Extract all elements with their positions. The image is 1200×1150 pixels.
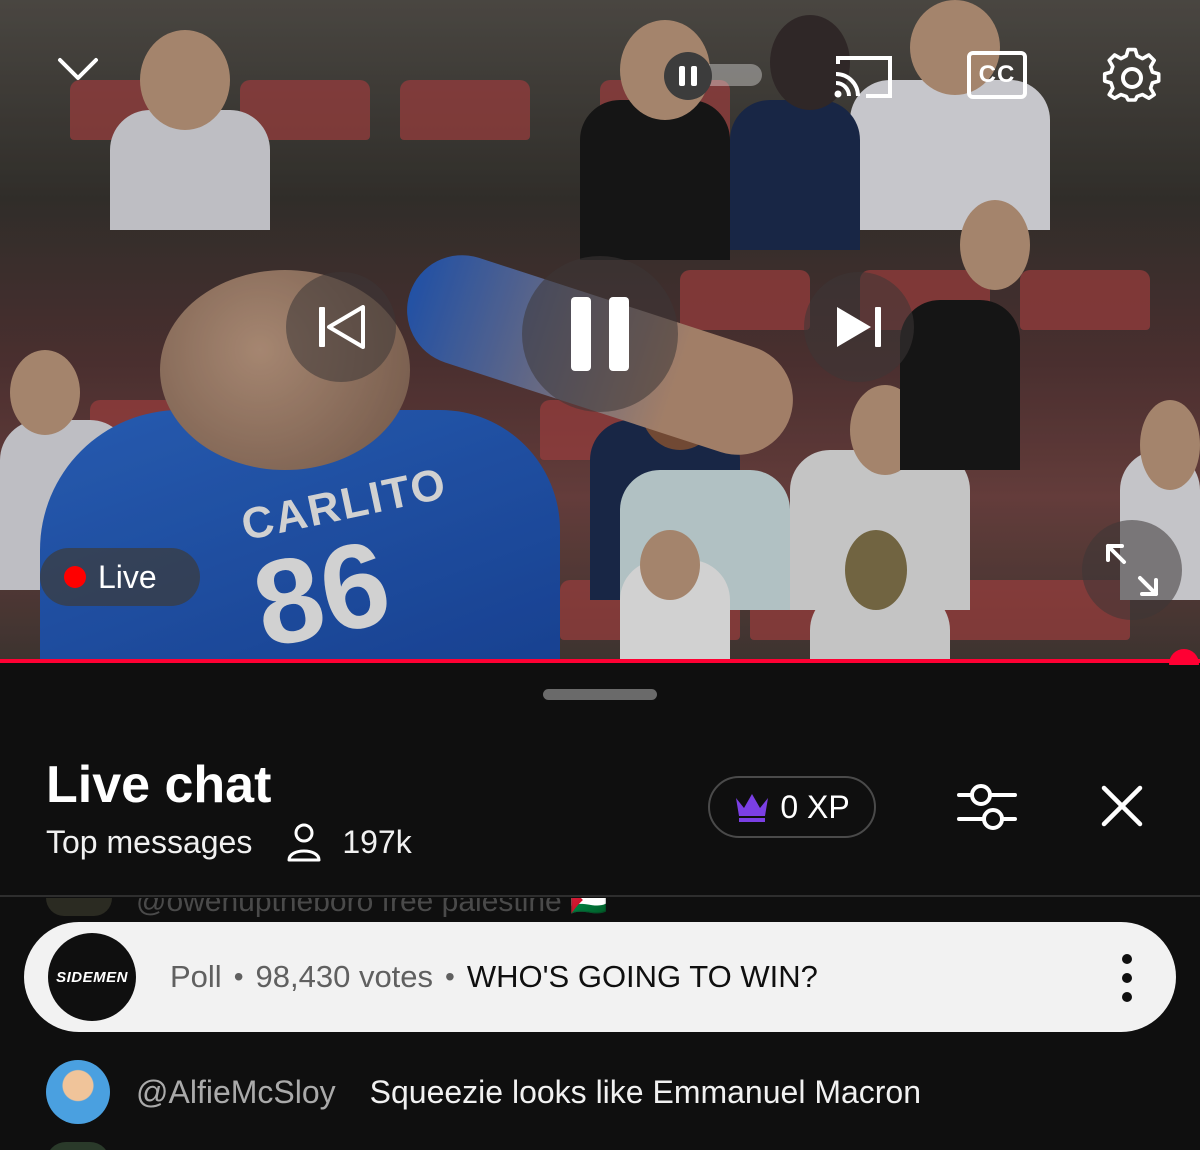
sliders-icon	[957, 784, 1017, 830]
fullscreen-button[interactable]	[1082, 520, 1182, 620]
fullscreen-icon	[1106, 544, 1158, 596]
avatar[interactable]	[46, 1060, 110, 1124]
xp-label: 0 XP	[780, 788, 850, 825]
cast-button[interactable]	[832, 52, 894, 100]
poll-question: WHO'S GOING TO WIN?	[466, 959, 818, 994]
xp-button[interactable]: 0 XP	[708, 776, 876, 838]
poll-votes: 98,430 votes	[255, 959, 434, 994]
pinned-poll-banner[interactable]: SIDEMEN Poll • 98,430 votes • WHO'S GOIN…	[24, 922, 1176, 1032]
message-text: Squeezie looks like Emmanuel Macron	[369, 1073, 922, 1110]
crown-icon	[736, 794, 769, 822]
play-pause-button[interactable]	[522, 256, 678, 412]
live-badge[interactable]: Live	[40, 548, 200, 606]
captions-button[interactable]: CC	[966, 50, 1028, 100]
more-vert-icon	[1122, 954, 1132, 964]
gear-icon	[1102, 47, 1161, 102]
next-icon	[837, 307, 881, 347]
chat-message[interactable]: @AlfieMcSloy Squeezie looks like Emmanue…	[46, 1060, 921, 1124]
chat-mode-selector[interactable]: Top messages 197k	[46, 822, 412, 862]
chat-title: Live chat	[46, 756, 272, 814]
previous-icon	[319, 305, 365, 349]
channel-logo: SIDEMEN	[48, 933, 136, 1021]
settings-button[interactable]	[1102, 46, 1162, 106]
chat-settings-button[interactable]	[956, 780, 1018, 834]
close-chat-button[interactable]	[1096, 780, 1148, 832]
chevron-down-icon	[58, 58, 98, 80]
cc-icon: CC	[967, 51, 1027, 99]
person-icon	[286, 822, 322, 862]
autoplay-toggle-icon	[664, 52, 712, 100]
progress-bar[interactable]	[0, 659, 1200, 663]
minimize-button[interactable]	[56, 50, 100, 90]
chat-mode-label: Top messages	[46, 823, 253, 860]
pause-icon	[562, 297, 638, 371]
cast-icon	[834, 56, 892, 98]
previous-button[interactable]	[286, 272, 396, 382]
poll-separator: •	[445, 961, 455, 992]
avatar	[46, 898, 112, 916]
close-icon	[1101, 785, 1143, 827]
autoplay-toggle[interactable]	[664, 52, 762, 100]
poll-separator: •	[233, 961, 244, 992]
live-dot-icon	[64, 566, 86, 588]
message-author[interactable]: @AlfieMcSloy	[136, 1074, 336, 1111]
more-options-button[interactable]	[1120, 954, 1134, 1002]
drag-handle[interactable]	[543, 689, 657, 700]
next-button[interactable]	[804, 272, 914, 382]
viewer-count: 197k	[342, 823, 412, 860]
live-label: Live	[98, 558, 157, 595]
chat-divider	[0, 895, 1200, 897]
poll-type: Poll	[170, 959, 222, 994]
scrolled-chat-message: @owenuptheboro free palestine 🇵🇸	[136, 898, 608, 918]
video-player[interactable]: CARLITO 86 CC Live	[0, 0, 1200, 663]
